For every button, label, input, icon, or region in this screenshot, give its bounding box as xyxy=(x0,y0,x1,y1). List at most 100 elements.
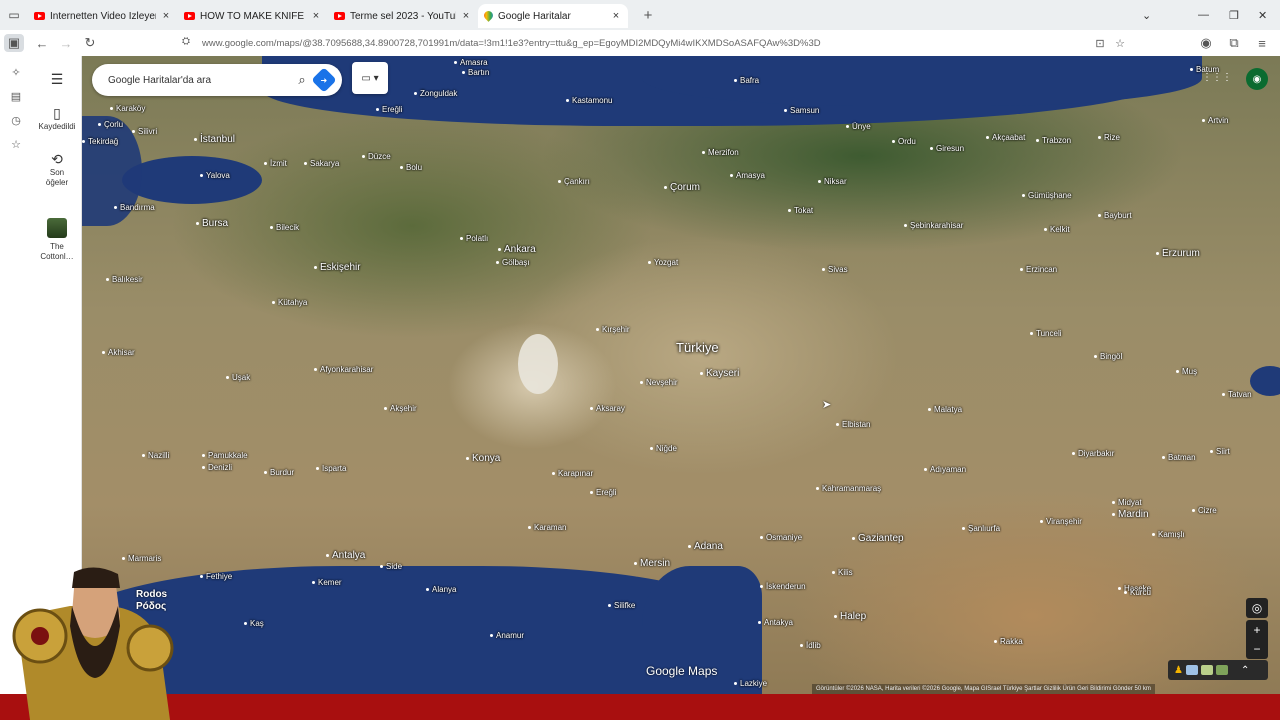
close-tab-icon[interactable]: × xyxy=(310,10,322,22)
satellite-map[interactable]: Türkiye Amasra Bartın Zonguldak Kastamon… xyxy=(82,56,1280,696)
tab-4-active[interactable]: Google Haritalar × xyxy=(478,4,628,28)
close-tab-icon[interactable]: × xyxy=(460,10,472,22)
recent-button[interactable]: ⟲ Son öğeler xyxy=(32,150,82,188)
city-label: İskenderun xyxy=(760,582,806,591)
country-label: Türkiye xyxy=(676,340,719,355)
city-label: Balıkesir xyxy=(106,275,143,284)
city-label: Ereğli xyxy=(590,488,616,497)
city-label: Bayburt xyxy=(1098,211,1132,220)
saved-label: Kaydedildi xyxy=(38,122,76,131)
tab-actions-icon[interactable]: ▭ xyxy=(0,0,28,30)
city-label: Kırşehir xyxy=(596,325,630,334)
search-input[interactable]: Google Haritalar'da ara xyxy=(92,75,289,86)
expand-icon[interactable]: ⌃ xyxy=(1241,665,1249,676)
city-label: Uşak xyxy=(226,373,250,382)
city-label: Bilecik xyxy=(270,223,299,232)
reload-button[interactable]: ↻ xyxy=(78,31,102,55)
city-label: Niksar xyxy=(818,177,847,186)
recent-label-line2: öğeler xyxy=(45,178,69,187)
city-label: Giresun xyxy=(930,144,964,153)
city-label: Niğde xyxy=(650,444,677,453)
favorites-icon[interactable]: ☆ xyxy=(0,132,32,156)
city-label: Bursa xyxy=(196,218,228,229)
city-label: Polatlı xyxy=(460,234,488,243)
recent-place-button[interactable]: The Cottonl… xyxy=(32,218,82,262)
zoom-in-button[interactable]: + xyxy=(1246,620,1268,640)
mouse-cursor-icon: ➤ xyxy=(822,399,832,411)
account-avatar[interactable]: ◉ xyxy=(1246,68,1268,90)
city-label: Çorlu xyxy=(98,120,123,129)
pegman-icon[interactable]: ♟ xyxy=(1174,665,1183,676)
city-label: Lazkiye xyxy=(734,679,767,688)
youtube-icon xyxy=(184,12,195,20)
city-label: Pamukkale xyxy=(202,451,248,460)
menu-icon[interactable]: ≡ xyxy=(1250,31,1274,55)
layer-swatch-terrain[interactable] xyxy=(1200,665,1213,675)
city-label: Bingöl xyxy=(1094,352,1122,361)
city-label: Kütahya xyxy=(272,298,307,307)
sea-of-marmara xyxy=(122,156,262,204)
saved-button[interactable]: ▯ Kaydedildi xyxy=(32,104,82,132)
city-label: Silifke xyxy=(608,601,635,610)
city-label: Eskişehir xyxy=(314,262,361,273)
copilot-icon[interactable]: ✧ xyxy=(0,60,32,84)
city-label: Gölbaşı xyxy=(496,258,530,267)
city-label: Antakya xyxy=(758,618,793,627)
city-label: Aksaray xyxy=(590,404,625,413)
account-icon[interactable]: ◉ xyxy=(1194,31,1218,55)
city-label: Bafra xyxy=(734,76,759,85)
tab-1[interactable]: Internetten Video İzleyerek Yer… × xyxy=(28,4,178,28)
tab-title: HOW TO MAKE KNIFE FROM SP… xyxy=(200,10,306,22)
city-label: Tokat xyxy=(788,206,813,215)
tab-2[interactable]: HOW TO MAKE KNIFE FROM SP… × xyxy=(178,4,328,28)
layer-swatch-satellite[interactable] xyxy=(1215,665,1228,675)
google-apps-icon[interactable]: ⋮⋮⋮ xyxy=(1202,72,1232,83)
city-label: Kemer xyxy=(312,578,342,587)
address-bar[interactable]: ⛭ www.google.com/maps/@38.7095688,34.890… xyxy=(174,32,1130,54)
extensions-icon[interactable]: ⧉ xyxy=(1222,31,1246,55)
history-icon[interactable]: ◷ xyxy=(0,108,32,132)
layer-swatch-map[interactable] xyxy=(1185,665,1198,675)
tab-search-icon[interactable]: ⌄ xyxy=(1142,0,1151,30)
url-text[interactable]: www.google.com/maps/@38.7095688,34.89007… xyxy=(202,38,1090,49)
my-location-button[interactable]: ◎ xyxy=(1246,598,1268,618)
city-label: Erzincan xyxy=(1020,265,1057,274)
zoom-out-button[interactable]: − xyxy=(1246,639,1268,659)
city-label: Elbistan xyxy=(836,420,870,429)
city-label: Akşehir xyxy=(384,404,417,413)
new-tab-button[interactable]: + xyxy=(636,7,660,24)
city-label: Amasra xyxy=(454,58,488,67)
city-label: Şanlıurfa xyxy=(962,524,1000,533)
close-tab-icon[interactable]: × xyxy=(610,10,622,22)
collections-icon[interactable]: ▤ xyxy=(0,84,32,108)
sidebar-toggle-icon[interactable]: ▣ xyxy=(4,34,24,52)
layers-bar[interactable]: ♟ ⌃ xyxy=(1168,660,1268,680)
close-window-button[interactable]: ✕ xyxy=(1258,0,1267,30)
google-maps-icon xyxy=(484,11,493,22)
city-label: Amasya xyxy=(730,171,765,180)
city-label: Ereğli xyxy=(376,105,402,114)
bookmark-star-icon[interactable]: ☆ xyxy=(1110,37,1130,50)
city-label: Ordu xyxy=(892,137,916,146)
city-label: Bartın xyxy=(462,68,489,77)
city-label: Erzurum xyxy=(1156,248,1200,259)
site-info-icon[interactable]: ⛭ xyxy=(182,36,196,50)
forward-button[interactable]: → xyxy=(54,31,78,55)
maps-search-box[interactable]: Google Haritalar'da ara ⌕ ➜ xyxy=(92,64,342,96)
search-icon[interactable]: ⌕ xyxy=(289,72,315,88)
tab-title: Internetten Video İzleyerek Yer… xyxy=(50,10,156,22)
city-label: Kastamonu xyxy=(566,96,612,105)
restore-button[interactable]: ❐ xyxy=(1229,0,1239,30)
city-label: Midyat xyxy=(1112,498,1142,507)
directions-icon[interactable]: ➜ xyxy=(311,67,337,93)
minimize-button[interactable]: — xyxy=(1198,0,1209,30)
back-button[interactable]: ← xyxy=(30,31,54,55)
maps-menu-button[interactable]: ☰ xyxy=(32,70,82,88)
place-thumbnail xyxy=(47,218,67,238)
install-app-icon[interactable]: ⊡ xyxy=(1090,37,1110,50)
transit-layer-button[interactable]: ▭ ▾ xyxy=(352,62,388,94)
city-label: Nevşehir xyxy=(640,378,678,387)
tab-3[interactable]: Terme sel 2023 - YouTube × xyxy=(328,4,478,28)
city-label: Kayseri xyxy=(700,368,739,379)
close-tab-icon[interactable]: × xyxy=(160,10,172,22)
